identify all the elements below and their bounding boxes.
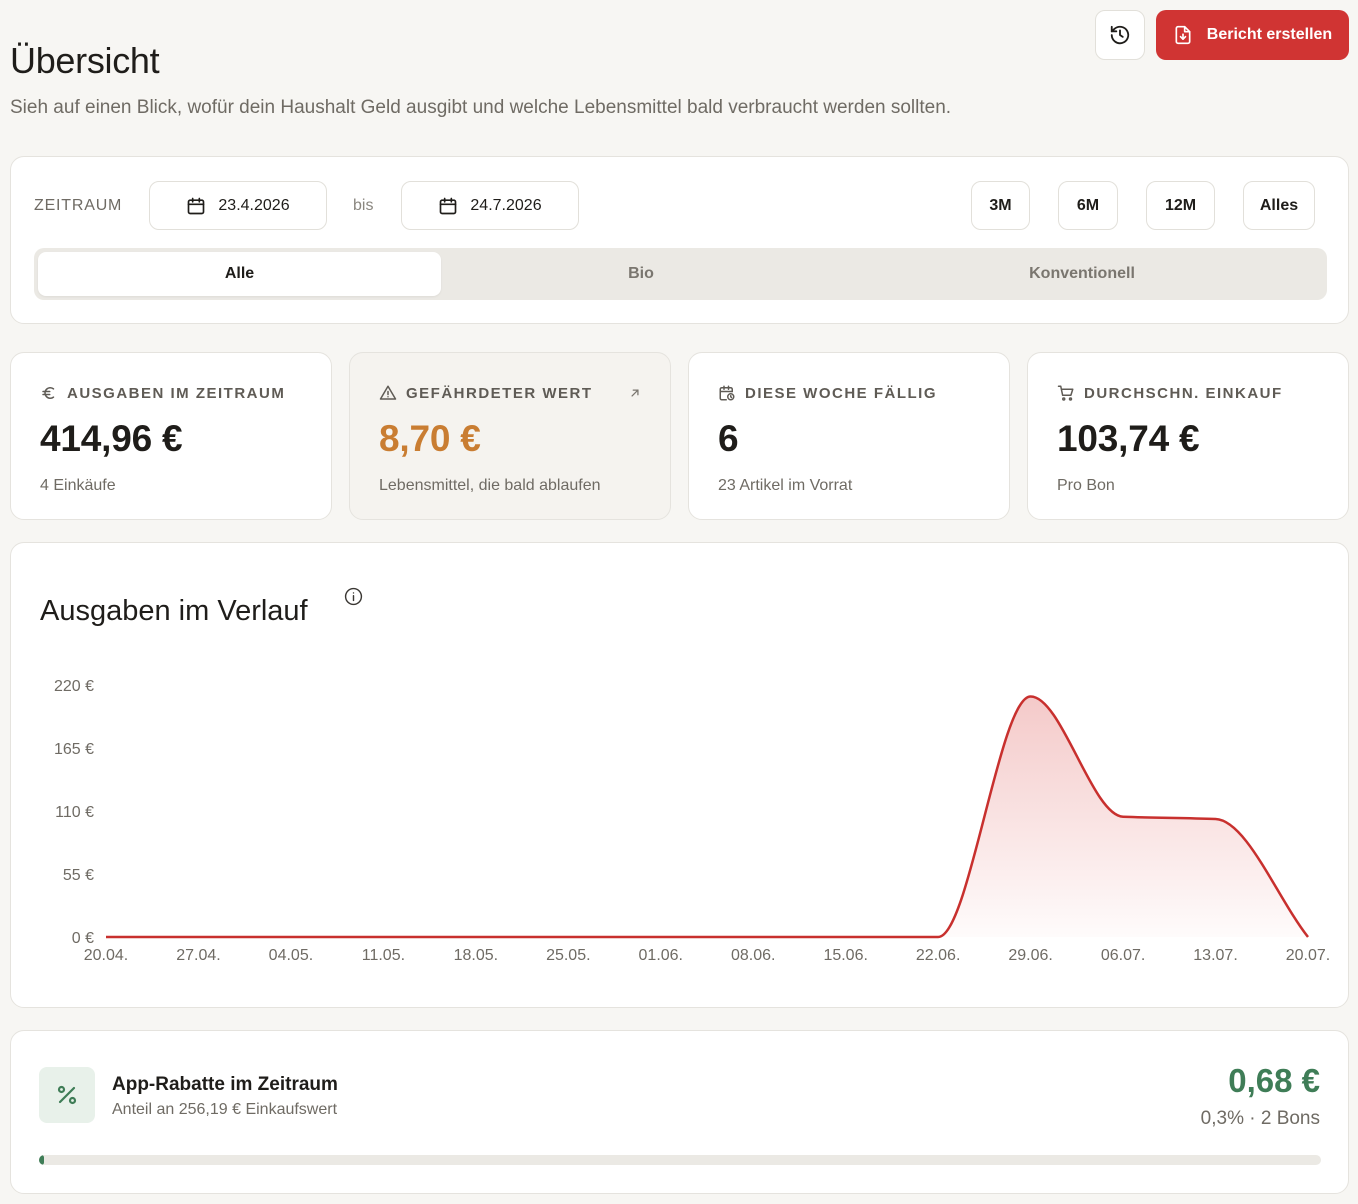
y-tick-label: 110 € [55,804,94,821]
kpi-label: AUSGABEN IM ZEITRAUM [67,384,286,402]
rebate-value: 0,68 € [1228,1062,1320,1099]
x-tick-label: 27.04. [176,947,220,964]
spending-chart-card: Ausgaben im Verlauf 0 €55 €110 €165 €220… [10,542,1349,1008]
x-tick-label: 20.04. [84,947,128,964]
x-tick-label: 15.06. [823,947,867,964]
y-tick-label: 0 € [72,930,94,947]
range-12m-button[interactable]: 12M [1146,181,1215,230]
warning-icon [379,385,397,400]
kpi-label: GEFÄHRDETER WERT [406,384,593,402]
history-icon [1110,25,1130,45]
date-from-value: 23.4.2026 [218,196,290,214]
zeitraum-label: ZEITRAUM [34,197,123,214]
kpi-value: 103,74 € [1057,418,1200,459]
segment-bio[interactable]: Bio [441,252,841,296]
kpi-label: DIESE WOCHE FÄLLIG [745,384,937,402]
rebate-subtitle: Anteil an 256,19 € Einkaufswert [112,1101,338,1118]
calendar-icon [188,197,205,214]
create-report-button[interactable]: Bericht erstellen [1156,10,1349,60]
kpi-value: 6 [718,418,739,459]
page-subtitle: Sieh auf einen Blick, wofür dein Haushal… [10,97,952,118]
range-all-button[interactable]: Alles [1243,181,1315,230]
kpi-sub: Lebensmittel, die bald ablaufen [379,477,601,494]
create-report-label: Bericht erstellen [1206,26,1333,43]
spending-area-chart: 0 € 55 € 110 € 165 € 220 € 20.04. 27.04. 04.05… [54,678,1330,964]
kpi-card-avg-purchase: DURCHSCHN. EINKAUF 103,74 € Pro Bon [1027,352,1349,520]
rebate-progress-track [39,1155,1321,1165]
range-3m-button[interactable]: 3M [971,181,1030,230]
segment-konventionell[interactable]: Konventionell [841,252,1323,296]
y-tick-label: 55 € [63,867,94,884]
x-tick-label: 06.07. [1101,947,1145,964]
date-from-field[interactable]: 23.4.2026 [149,181,327,230]
x-tick-label: 22.06. [916,947,960,964]
kpi-sub: Pro Bon [1057,477,1115,494]
category-segmented-control: Alle Bio Konventionell [34,248,1327,300]
x-tick-label: 25.05. [546,947,590,964]
calendar-icon [440,197,457,214]
range-6m-button[interactable]: 6M [1058,181,1118,230]
x-tick-label: 01.06. [639,947,683,964]
date-separator: bis [353,197,374,214]
cart-icon [1057,385,1074,401]
calendar-clock-icon [719,385,735,401]
y-tick-label: 220 € [54,678,94,695]
x-tick-label: 11.05. [362,947,405,964]
x-tick-label: 13.07. [1193,947,1237,964]
x-tick-label: 08.06. [731,947,775,964]
kpi-label: DURCHSCHN. EINKAUF [1084,384,1283,402]
percent-icon [57,1085,77,1105]
kpi-value: 8,70 € [379,418,481,459]
filter-card: ZEITRAUM 23.4.2026 bis 24.7.2026 3M 6M 1… [10,156,1349,324]
x-tick-label: 04.05. [269,947,313,964]
euro-icon [42,387,55,399]
date-to-field[interactable]: 24.7.2026 [401,181,579,230]
y-tick-label: 165 € [54,741,94,758]
file-download-icon [1175,25,1191,45]
app-rebate-card: App-Rabatte im Zeitraum Anteil an 256,19… [10,1030,1349,1194]
x-tick-label: 29.06. [1008,947,1052,964]
header-actions: Bericht erstellen [1095,10,1349,60]
arrow-up-right-icon[interactable] [628,386,642,400]
kpi-sub: 4 Einkäufe [40,477,116,494]
segment-alle[interactable]: Alle [38,252,441,296]
kpi-value: 414,96 € [40,418,183,459]
date-to-value: 24.7.2026 [470,196,542,214]
rebate-meta: 0,3% · 2 Bons [1200,1108,1320,1129]
x-tick-label: 18.05. [454,947,498,964]
kpi-card-spending: AUSGABEN IM ZEITRAUM 414,96 € 4 Einkäufe [10,352,332,520]
history-button[interactable] [1095,10,1145,60]
x-tick-label: 20.07. [1286,947,1330,964]
kpi-sub: 23 Artikel im Vorrat [718,477,853,494]
page-title: Übersicht [10,40,160,81]
kpi-card-at-risk[interactable]: GEFÄHRDETER WERT 8,70 € Lebensmittel, di… [349,352,671,520]
rebate-progress-fill [39,1155,45,1165]
kpi-card-due-this-week: DIESE WOCHE FÄLLIG 6 23 Artikel im Vorra… [688,352,1010,520]
rebate-title: App-Rabatte im Zeitraum [112,1074,338,1095]
rebate-icon-box [39,1067,95,1123]
